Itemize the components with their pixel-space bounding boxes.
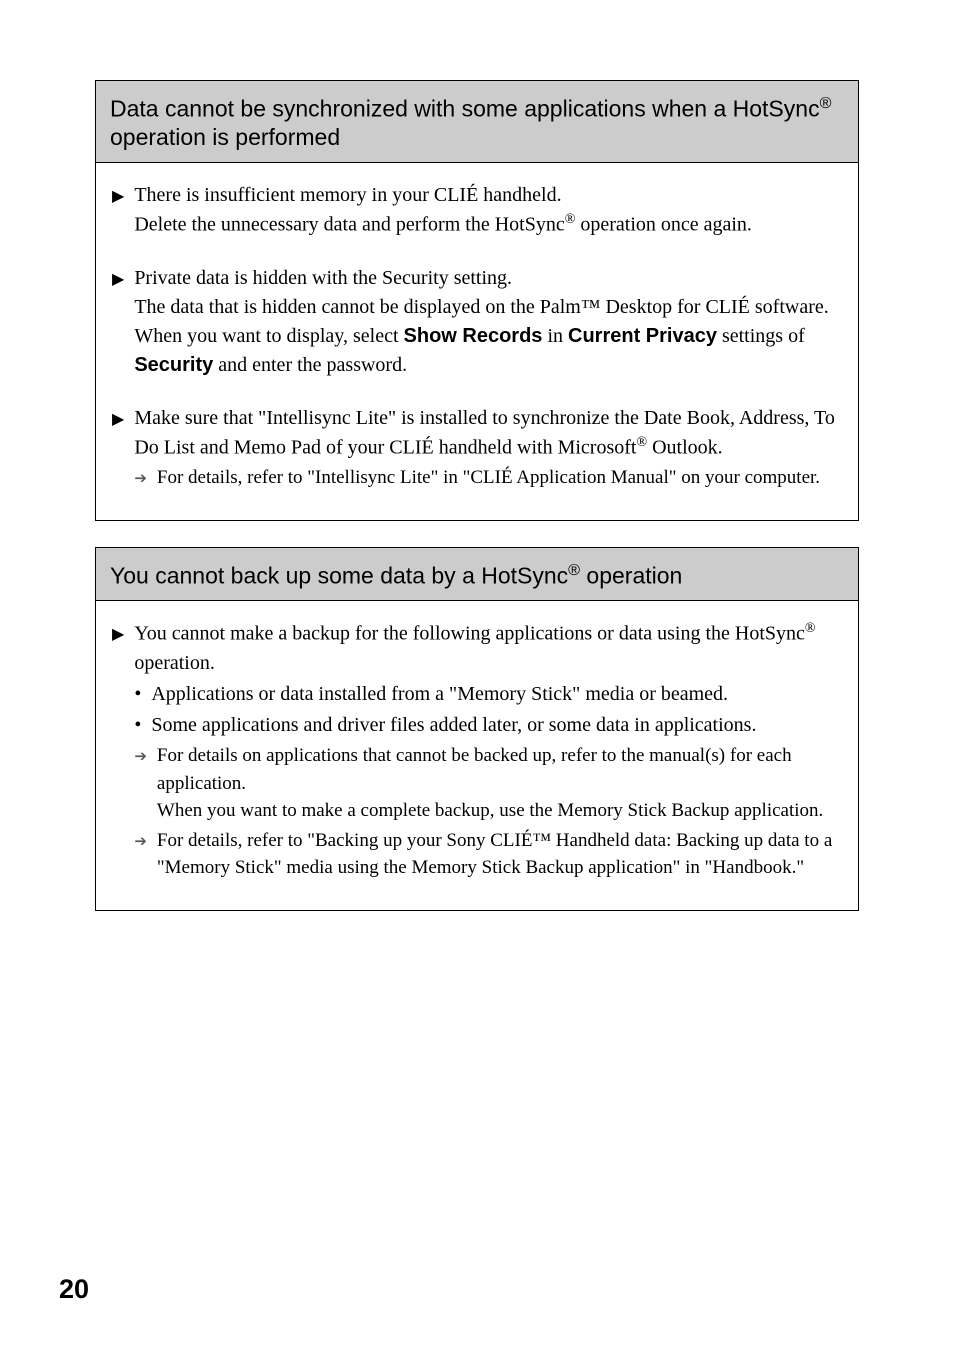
section2-arrow1: ➔ For details on applications that canno… bbox=[134, 742, 842, 825]
section1-title-part1: Data cannot be synchronized with some ap… bbox=[110, 96, 820, 122]
s2-i1-l1b: operation. bbox=[134, 652, 215, 674]
page-container: Data cannot be synchronized with some ap… bbox=[0, 0, 954, 1352]
s2-i1-l1a: You cannot make a backup for the followi… bbox=[134, 623, 805, 645]
s1-i2-l2c: settings of bbox=[717, 325, 805, 347]
s2-b2-text: Some applications and driver files added… bbox=[151, 711, 756, 740]
section1-item3-arrow: ➔ For details, refer to "Intellisync Lit… bbox=[134, 464, 842, 492]
arrow-right-icon: ➔ bbox=[134, 832, 147, 854]
triangle-bullet-icon: ▶ bbox=[112, 185, 124, 208]
section1-item1: ▶ There is insufficient memory in your C… bbox=[112, 181, 842, 240]
s2-a1-text: For details on applications that cannot … bbox=[157, 742, 842, 825]
section2-title-b: operation bbox=[580, 563, 682, 589]
section2-bullet1: • Applications or data installed from a … bbox=[134, 680, 842, 709]
s1-i1-l2b: operation once again. bbox=[575, 214, 752, 236]
s1-i2-bold3: Security bbox=[134, 354, 213, 376]
section2-item1: ▶ You cannot make a backup for the follo… bbox=[112, 619, 842, 883]
section2-bullet2: • Some applications and driver files add… bbox=[134, 711, 842, 740]
arrow-right-icon: ➔ bbox=[134, 747, 147, 769]
section2-arrow2: ➔ For details, refer to "Backing up your… bbox=[134, 827, 842, 882]
bullet-dot-icon: • bbox=[134, 711, 141, 740]
s2-b1-text: Applications or data installed from a "M… bbox=[151, 680, 728, 709]
s2-a2-text: For details, refer to "Backing up your S… bbox=[157, 827, 842, 882]
triangle-bullet-icon: ▶ bbox=[112, 268, 124, 291]
section1-item2: ▶ Private data is hidden with the Securi… bbox=[112, 264, 842, 380]
s1-i1-l2a: Delete the unnecessary data and perform … bbox=[134, 214, 564, 236]
section1-item2-text: Private data is hidden with the Security… bbox=[134, 264, 842, 380]
triangle-bullet-icon: ▶ bbox=[112, 408, 124, 431]
s1-i2-bold1: Show Records bbox=[404, 325, 543, 347]
section1-item1-text: There is insufficient memory in your CLI… bbox=[134, 181, 752, 240]
section1-body: ▶ There is insufficient memory in your C… bbox=[96, 163, 858, 520]
s1-i3-l1a: Make sure that "Intellisync Lite" is ins… bbox=[134, 407, 835, 459]
s1-i2-bold2: Current Privacy bbox=[568, 325, 717, 347]
section1-title-sup: ® bbox=[820, 94, 832, 112]
section1-title-part2: operation is performed bbox=[110, 124, 340, 150]
s1-i3-sup: ® bbox=[636, 435, 647, 450]
section1-heading: Data cannot be synchronized with some ap… bbox=[96, 81, 858, 163]
section2-item1-text: You cannot make a backup for the followi… bbox=[134, 619, 842, 883]
section2-body: ▶ You cannot make a backup for the follo… bbox=[96, 601, 858, 909]
section-backup-issue: You cannot back up some data by a HotSyn… bbox=[95, 547, 859, 911]
s1-i2-l2d: and enter the password. bbox=[213, 354, 407, 376]
s1-i3-l1b: Outlook. bbox=[647, 436, 723, 458]
section1-item3: ▶ Make sure that "Intellisync Lite" is i… bbox=[112, 404, 842, 494]
s2-a1-main: For details on applications that cannot … bbox=[157, 745, 792, 794]
triangle-bullet-icon: ▶ bbox=[112, 623, 124, 646]
s1-i2-l2b: in bbox=[542, 325, 568, 347]
section-sync-issue: Data cannot be synchronized with some ap… bbox=[95, 80, 859, 521]
bullet-dot-icon: • bbox=[134, 680, 141, 709]
section2-title-a: You cannot back up some data by a HotSyn… bbox=[110, 563, 568, 589]
s1-i1-sup: ® bbox=[565, 212, 576, 227]
s1-i3-arrow-text: For details, refer to "Intellisync Lite"… bbox=[157, 464, 842, 492]
s1-i1-l1: There is insufficient memory in your CLI… bbox=[134, 184, 561, 206]
section2-title-sup: ® bbox=[568, 561, 580, 579]
s1-i2-l1: Private data is hidden with the Security… bbox=[134, 267, 512, 289]
s2-a1-sub: When you want to make a complete backup,… bbox=[157, 797, 842, 825]
section1-item3-text: Make sure that "Intellisync Lite" is ins… bbox=[134, 404, 842, 494]
s2-i1-sup: ® bbox=[805, 621, 816, 636]
arrow-right-icon: ➔ bbox=[134, 469, 147, 491]
section2-heading: You cannot back up some data by a HotSyn… bbox=[96, 548, 858, 601]
page-number: 20 bbox=[59, 1274, 89, 1305]
